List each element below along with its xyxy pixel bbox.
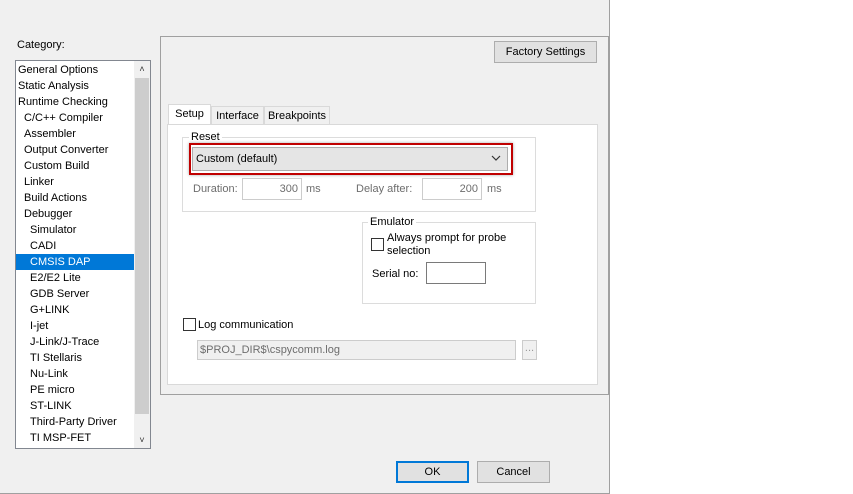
category-item[interactable]: CADI [16, 238, 147, 254]
delay-after-unit: ms [487, 183, 502, 195]
browse-button[interactable]: ... [522, 340, 537, 360]
tab-setup[interactable]: Setup [168, 104, 211, 126]
category-item[interactable]: G+LINK [16, 302, 147, 318]
category-scrollbar[interactable]: ˄ ˅ [134, 61, 150, 448]
tab-breakpoints[interactable]: Breakpoints [264, 106, 330, 126]
category-label: Category: [17, 39, 65, 51]
category-item[interactable]: C/C++ Compiler [16, 110, 141, 126]
emulator-group-title: Emulator [368, 216, 417, 228]
category-item[interactable]: Debugger [16, 206, 141, 222]
category-item[interactable]: J-Link/J-Trace [16, 334, 147, 350]
serial-no-field[interactable] [426, 262, 486, 284]
reset-group-title: Reset [189, 131, 222, 143]
chevron-up-icon[interactable]: ˄ [134, 61, 150, 77]
duration-label: Duration: [193, 183, 238, 195]
category-item[interactable]: Linker [16, 174, 141, 190]
category-item[interactable]: Static Analysis [16, 78, 135, 94]
scrollbar-thumb[interactable] [135, 78, 149, 414]
log-communication-label: Log communication [198, 319, 294, 331]
delay-after-label: Delay after: [356, 183, 413, 195]
always-prompt-label-line2: selection [387, 245, 431, 257]
category-item[interactable]: ST-LINK [16, 398, 147, 414]
options-dialog: Category: General Options Static Analysis… [0, 0, 610, 494]
category-item[interactable]: Runtime Checking [16, 94, 135, 110]
category-item[interactable]: Simulator [16, 222, 147, 238]
category-item[interactable]: Build Actions [16, 190, 141, 206]
category-item[interactable]: Custom Build [16, 158, 141, 174]
factory-settings-button[interactable]: Factory Settings [494, 41, 597, 63]
category-item[interactable]: CMSIS DAP [16, 254, 147, 270]
category-item[interactable]: TI MSP-FET [16, 430, 147, 446]
cancel-button[interactable]: Cancel [477, 461, 550, 483]
log-file-path-field[interactable]: $PROJ_DIR$\cspycomm.log [197, 340, 516, 360]
chevron-down-icon[interactable]: ˅ [134, 432, 150, 448]
category-item[interactable]: I-jet [16, 318, 147, 334]
log-communication-checkbox[interactable] [183, 318, 196, 331]
category-item[interactable]: Nu-Link [16, 366, 147, 382]
category-item[interactable]: Third-Party Driver [16, 414, 147, 430]
highlight-box [189, 143, 513, 175]
ok-button[interactable]: OK [396, 461, 469, 483]
category-list[interactable]: General Options Static Analysis Runtime Ch… [15, 60, 151, 449]
category-item[interactable]: General Options [16, 62, 135, 78]
delay-after-field[interactable]: 200 [422, 178, 482, 200]
serial-no-label: Serial no: [372, 268, 419, 280]
category-item[interactable]: E2/E2 Lite [16, 270, 147, 286]
category-item[interactable]: Output Converter [16, 142, 141, 158]
always-prompt-label-line1: Always prompt for probe [387, 232, 507, 244]
category-item[interactable]: TI Stellaris [16, 350, 147, 366]
duration-field[interactable]: 300 [242, 178, 302, 200]
category-item[interactable]: Assembler [16, 126, 141, 142]
always-prompt-checkbox[interactable] [371, 238, 384, 251]
tab-interface[interactable]: Interface [211, 106, 264, 126]
category-item[interactable]: GDB Server [16, 286, 147, 302]
category-item[interactable]: PE micro [16, 382, 147, 398]
duration-unit: ms [306, 183, 321, 195]
